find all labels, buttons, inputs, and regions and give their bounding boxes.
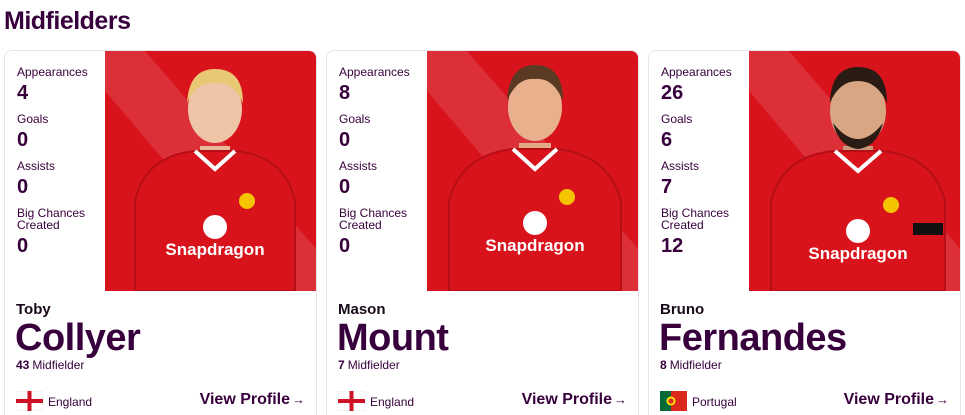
position-label: Midfielder: [669, 358, 722, 372]
portugal-flag-icon: [660, 391, 687, 411]
player-card-collyer[interactable]: Appearances 4 Goals 0 Assists 0 Big Chances…: [4, 50, 317, 415]
player-nation: England: [370, 395, 415, 409]
player-last-name: Collyer: [15, 317, 141, 359]
appearances-label: Appearances: [17, 65, 88, 79]
appearances-label: Appearances: [661, 65, 732, 79]
big-chances-label: Big Chances Created: [339, 206, 408, 232]
goals-value: 0: [339, 129, 351, 151]
view-profile-link[interactable]: View Profile →: [844, 391, 949, 409]
england-flag-icon: [15, 390, 44, 412]
view-profile-link[interactable]: View Profile →: [522, 391, 627, 409]
arrow-right-icon: →: [614, 392, 627, 407]
player-photo: Snapdragon: [105, 51, 316, 291]
player-position: 7 Midfielder: [338, 358, 400, 372]
assists-label: Assists: [17, 159, 56, 173]
sponsor-text: Snapdragon: [808, 244, 907, 263]
sponsor-text: Snapdragon: [485, 236, 584, 255]
appearances-value: 8: [339, 82, 351, 104]
player-last-name: Fernandes: [659, 317, 847, 359]
view-profile-link[interactable]: View Profile →: [200, 391, 305, 409]
position-label: Midfielder: [347, 358, 400, 372]
goals-label: Goals: [17, 112, 49, 126]
goals-label: Goals: [661, 112, 693, 126]
player-photo: Snapdragon: [749, 51, 960, 291]
shirt-number: 7: [338, 358, 345, 372]
goals-label: Goals: [339, 112, 371, 126]
appearances-value: 26: [661, 82, 684, 104]
player-last-name: Mount: [337, 317, 449, 359]
player-card-fernandes[interactable]: Appearances 26 Goals 6 Assists 7 Big Chance…: [648, 50, 961, 415]
player-nation: England: [48, 395, 93, 409]
big-chances-label: Big Chances Created: [661, 206, 730, 232]
shirt-number: 8: [660, 358, 667, 372]
position-label: Midfielder: [32, 358, 85, 372]
section-title: Midfielders: [4, 7, 131, 35]
player-photo: Snapdragon: [427, 51, 638, 291]
view-profile-label: View Profile: [199, 391, 290, 408]
appearances-value: 4: [17, 82, 29, 104]
assists-label: Assists: [661, 159, 700, 173]
player-card-mount[interactable]: Appearances 8 Goals 0 Assists 0 Big Chances…: [326, 50, 639, 415]
appearances-label: Appearances: [339, 65, 410, 79]
big-chances-value: 0: [339, 235, 351, 257]
england-flag-icon: [337, 390, 366, 412]
view-profile-label: View Profile: [521, 391, 612, 408]
big-chances-label: Big Chances Created: [17, 206, 86, 232]
player-position: 8 Midfielder: [660, 358, 722, 372]
assists-value: 0: [339, 176, 351, 198]
shirt-number: 43: [16, 358, 30, 372]
big-chances-value: 0: [17, 235, 29, 257]
player-stats: Appearances 8 Goals 0 Assists 0 Big Chances…: [339, 66, 429, 266]
player-stats: Appearances 26 Goals 6 Assists 7 Big Chance…: [661, 66, 751, 266]
sponsor-text: Snapdragon: [165, 240, 264, 259]
goals-value: 0: [17, 129, 29, 151]
player-position: 43 Midfielder: [16, 358, 84, 372]
assists-label: Assists: [339, 159, 378, 173]
assists-value: 0: [17, 176, 29, 198]
player-nation: Portugal: [692, 395, 737, 409]
big-chances-value: 12: [661, 235, 684, 257]
arrow-right-icon: →: [292, 392, 305, 407]
arrow-right-icon: →: [936, 392, 949, 407]
player-cards: Appearances 4 Goals 0 Assists 0 Big Chances…: [4, 50, 961, 415]
goals-value: 6: [661, 129, 673, 151]
assists-value: 7: [661, 176, 673, 198]
view-profile-label: View Profile: [843, 391, 934, 408]
player-stats: Appearances 4 Goals 0 Assists 0 Big Chances…: [17, 66, 107, 266]
